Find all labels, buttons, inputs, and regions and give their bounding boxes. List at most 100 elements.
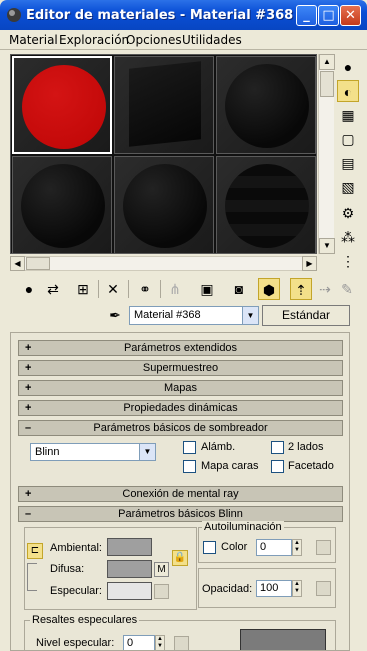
diffuse-map-button[interactable]: M xyxy=(154,562,169,577)
specular-label: Especular: xyxy=(50,585,102,597)
toolbar-separator xyxy=(128,280,129,298)
specular-level-label: Nivel especular: xyxy=(36,637,115,649)
scroll-left-icon[interactable]: ◀ xyxy=(10,256,25,271)
chevron-down-icon[interactable]: ▼ xyxy=(139,444,155,460)
title-bar[interactable]: Editor de materiales - Material #368 _ □… xyxy=(0,0,367,30)
specular-color-swatch[interactable] xyxy=(107,582,152,600)
sample-slots xyxy=(10,54,317,254)
scroll-down-icon[interactable]: ▼ xyxy=(319,238,335,254)
menu-utilidades[interactable]: Utilidades xyxy=(182,33,242,47)
menu-exploracion[interactable]: Exploración xyxy=(59,33,129,47)
sample-sphere xyxy=(225,164,309,248)
horizontal-scrollbar[interactable]: ◀ ▶ xyxy=(10,256,317,271)
self-illum-color-label: Color xyxy=(221,541,248,553)
reset-material-icon[interactable]: ✕ xyxy=(102,278,124,300)
spinner-icon[interactable]: ▲ ▼ xyxy=(155,635,165,650)
ambient-label: Ambiental: xyxy=(50,542,102,554)
pick-material-icon[interactable]: ✎ xyxy=(336,278,358,300)
opacity-map-button[interactable] xyxy=(316,581,331,596)
assign-to-selection-icon[interactable]: ⊞ xyxy=(72,278,94,300)
menu-opciones[interactable]: Opciones xyxy=(126,33,182,47)
close-button[interactable]: ✕ xyxy=(340,5,361,26)
two-sided-checkbox[interactable] xyxy=(271,441,284,454)
material-name-select[interactable]: Material #368 ▼ xyxy=(129,306,259,325)
video-color-check-icon[interactable]: ▤ xyxy=(337,152,359,174)
rollout-dynamics[interactable]: + Propiedades dinámicas xyxy=(18,400,343,416)
wire-checkbox[interactable] xyxy=(183,441,196,454)
self-illum-input[interactable]: 0 xyxy=(256,539,292,556)
maximize-button[interactable]: □ xyxy=(318,5,339,26)
get-material-icon[interactable]: ● xyxy=(18,278,40,300)
rollout-blinn-basic[interactable]: – Parámetros básicos Blinn xyxy=(18,506,343,522)
scroll-thumb[interactable] xyxy=(320,71,334,97)
rollout-mental-ray[interactable]: + Conexión de mental ray xyxy=(18,486,343,502)
spinner-icon[interactable]: ▲ ▼ xyxy=(292,539,302,556)
make-preview-icon[interactable]: ▧ xyxy=(337,176,359,198)
specular-level-map-button[interactable] xyxy=(174,636,189,650)
show-end-result-icon[interactable]: ⬢ xyxy=(258,278,280,300)
rollout-shader-basic[interactable]: – Parámetros básicos de sombreador xyxy=(18,420,343,436)
rollout-label: Mapas xyxy=(163,382,198,394)
sample-slot[interactable] xyxy=(114,156,214,254)
lock-icon[interactable]: 🔒 xyxy=(172,550,188,566)
vertical-scrollbar[interactable]: ▲ ▼ xyxy=(318,54,335,254)
spinner-icon[interactable]: ▲ ▼ xyxy=(292,580,302,597)
hscroll-thumb[interactable] xyxy=(26,257,50,270)
sample-sphere xyxy=(123,164,207,248)
chevron-down-icon[interactable]: ▼ xyxy=(242,307,258,324)
rollout-label: Propiedades dinámicas xyxy=(123,402,238,414)
specular-level-input[interactable]: 0 xyxy=(123,635,155,650)
self-illum-color-checkbox[interactable] xyxy=(203,541,216,554)
select-by-material-icon[interactable]: ⁂ xyxy=(337,226,359,248)
minimize-button[interactable]: _ xyxy=(296,5,317,26)
scroll-right-icon[interactable]: ▶ xyxy=(302,256,317,271)
expand-icon: + xyxy=(25,402,32,414)
toolbar-separator xyxy=(98,280,99,298)
expand-icon: + xyxy=(25,362,32,374)
lock-ambient-diffuse-icon[interactable]: ⊏ xyxy=(27,543,43,559)
sample-slot[interactable] xyxy=(12,56,112,154)
go-to-parent-icon[interactable]: ⇡ xyxy=(290,278,312,300)
ambient-color-swatch[interactable] xyxy=(107,538,152,556)
diffuse-color-swatch[interactable] xyxy=(107,560,152,578)
show-map-in-viewport-icon[interactable]: ◙ xyxy=(228,278,250,300)
background-icon[interactable]: ▦ xyxy=(337,104,359,126)
faceted-checkbox[interactable] xyxy=(271,460,284,473)
wire-label: Alámb. xyxy=(201,441,236,453)
sample-slot[interactable] xyxy=(216,56,316,154)
sample-slot[interactable] xyxy=(114,56,214,154)
self-illum-map-button[interactable] xyxy=(316,540,331,555)
menu-material[interactable]: Material xyxy=(9,33,58,47)
collapse-icon: – xyxy=(25,422,32,434)
rollout-label: Conexión de mental ray xyxy=(122,488,239,500)
face-map-checkbox[interactable] xyxy=(183,460,196,473)
specular-map-button[interactable] xyxy=(154,584,169,599)
sample-type-icon[interactable]: ● xyxy=(337,56,359,78)
material-type-button[interactable]: Estándar xyxy=(262,305,350,326)
shader-type-select[interactable]: Blinn ▼ xyxy=(30,443,156,461)
rollout-supersampling[interactable]: + Supermuestreo xyxy=(18,360,343,376)
uv-tiling-icon[interactable]: ▢ xyxy=(337,128,359,150)
scroll-up-icon[interactable]: ▲ xyxy=(319,54,335,70)
eyedropper-icon[interactable]: ✒ xyxy=(105,305,125,325)
toolbar-separator xyxy=(160,280,161,298)
two-sided-label: 2 lados xyxy=(288,441,324,453)
rollout-extended-parameters[interactable]: + Parámetros extendidos xyxy=(18,340,343,356)
make-unique-icon[interactable]: ⚭ xyxy=(134,278,156,300)
sample-slot[interactable] xyxy=(216,156,316,254)
sample-sphere xyxy=(22,65,106,149)
faceted-label: Facetado xyxy=(288,460,334,472)
sample-slot[interactable] xyxy=(12,156,112,254)
go-forward-sibling-icon[interactable]: ⇢ xyxy=(314,278,336,300)
face-map-label: Mapa caras xyxy=(201,460,259,472)
material-id-channel-icon[interactable]: ▣ xyxy=(196,278,218,300)
put-to-scene-icon[interactable]: ⇄ xyxy=(42,278,64,300)
backlight-icon[interactable]: ◐ xyxy=(337,80,359,102)
options-icon[interactable]: ⚙ xyxy=(337,202,359,224)
put-to-library-icon[interactable]: ⋔ xyxy=(164,278,186,300)
rollout-maps[interactable]: + Mapas xyxy=(18,380,343,396)
specular-highlights-title: Resaltes especulares xyxy=(30,614,140,626)
menu-bar: Material Exploración Opciones Utilidades xyxy=(0,30,367,50)
opacity-input[interactable]: 100 xyxy=(256,580,292,597)
material-navigator-icon[interactable]: ⋮ xyxy=(337,250,359,272)
